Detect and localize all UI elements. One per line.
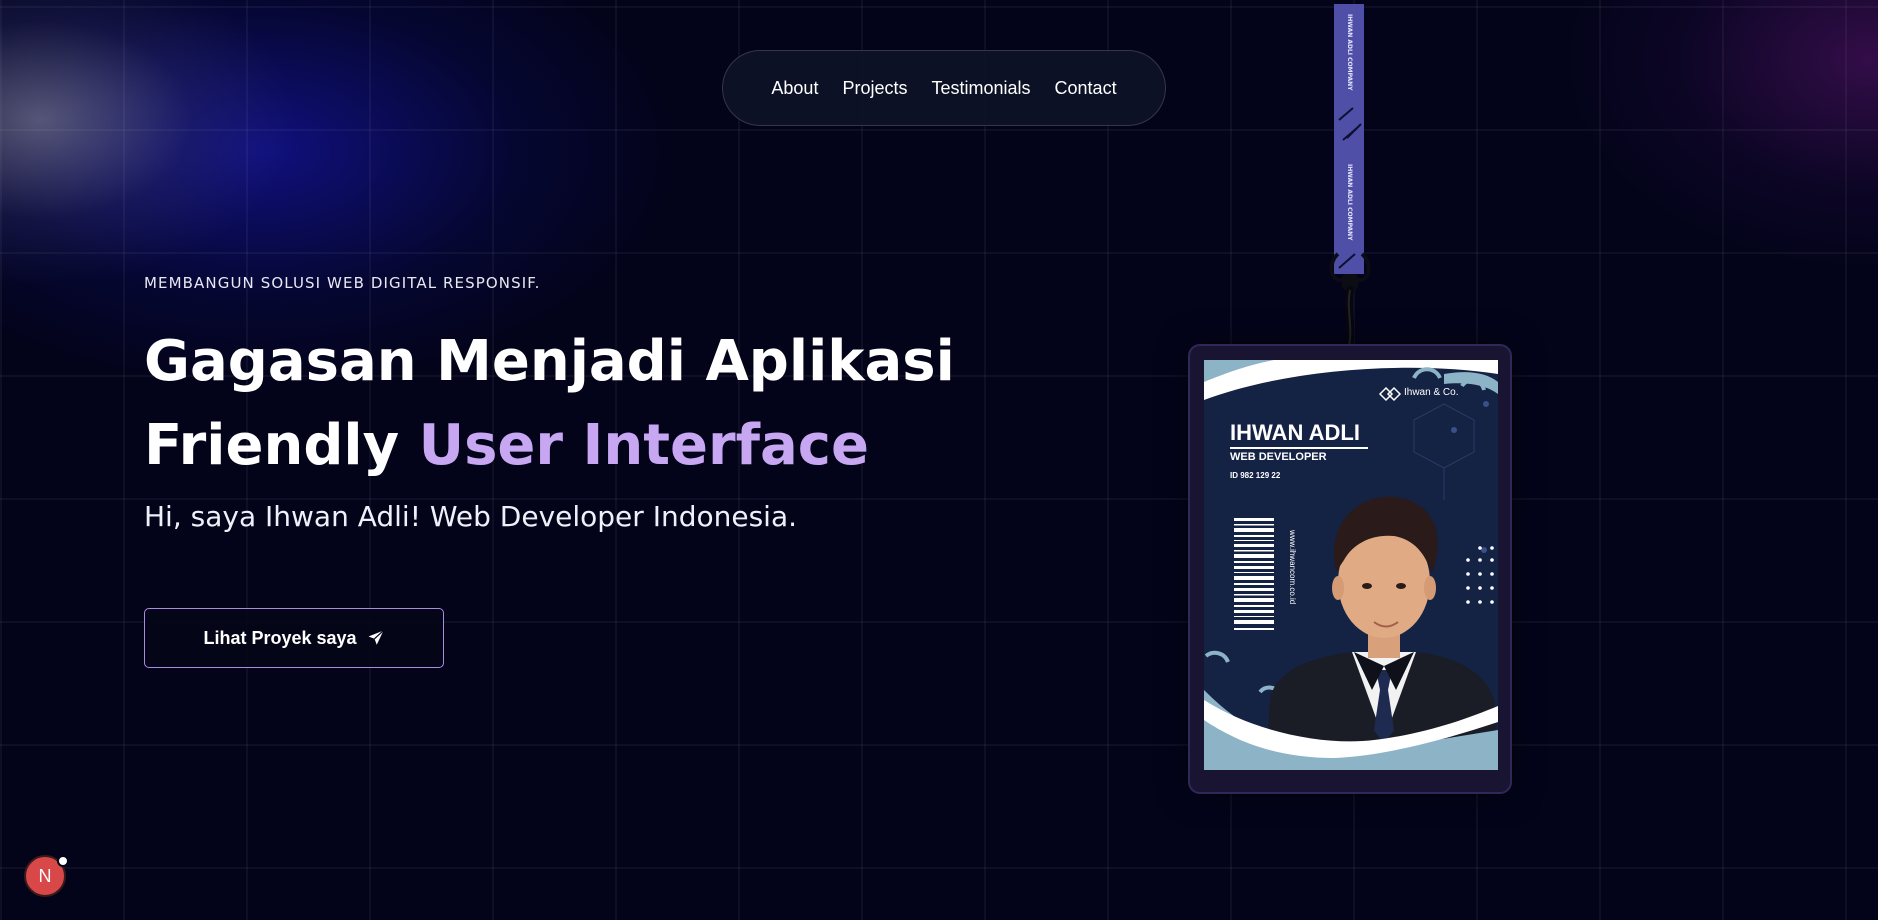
lanyard-strap[interactable]: IHWAN ADLI COMPANY IHWAN ADLI COMPANY bbox=[1334, 4, 1364, 274]
nav-testimonials[interactable]: Testimonials bbox=[931, 78, 1030, 99]
strap-text-bottom: IHWAN ADLI COMPANY bbox=[1346, 164, 1353, 241]
nav-about[interactable]: About bbox=[771, 78, 818, 99]
hero-headline: Gagasan Menjadi Aplikasi Friendly User I… bbox=[144, 320, 955, 488]
view-projects-label: Lihat Proyek saya bbox=[203, 627, 357, 648]
paper-plane-icon bbox=[367, 629, 385, 647]
nextjs-logo-icon: N bbox=[38, 865, 52, 886]
nav-projects[interactable]: Projects bbox=[842, 78, 907, 99]
hero-subtitle: Hi, saya Ihwan Adli! Web Developer Indon… bbox=[144, 500, 797, 533]
card-website: www.ihwancom.co.id bbox=[1288, 530, 1297, 605]
card-name-underline bbox=[1230, 447, 1368, 449]
strap-text-top: IHWAN ADLI COMPANY bbox=[1346, 14, 1353, 91]
card-name: IHWAN ADLI bbox=[1230, 420, 1360, 445]
headline-line-1: Gagasan Menjadi Aplikasi bbox=[144, 329, 955, 394]
headline-line-2-accent: User Interface bbox=[418, 413, 869, 478]
strap-stripes-top bbox=[1338, 107, 1362, 141]
page: About Projects Testimonials Contact MEMB… bbox=[0, 0, 1878, 920]
card-role: WEB DEVELOPER bbox=[1230, 451, 1327, 463]
hero-eyebrow: MEMBANGUN SOLUSI WEB DIGITAL RESPONSIF. bbox=[144, 274, 541, 292]
headline-line-2-plain: Friendly bbox=[144, 413, 400, 478]
view-projects-button[interactable]: Lihat Proyek saya bbox=[144, 608, 444, 668]
top-nav: About Projects Testimonials Contact bbox=[722, 50, 1166, 126]
card-company: Ihwan & Co. bbox=[1404, 387, 1459, 398]
badge-status-dot bbox=[57, 855, 69, 867]
card-id-number: ID 982 129 22 bbox=[1230, 471, 1281, 480]
nav-contact[interactable]: Contact bbox=[1055, 78, 1117, 99]
id-card: Ihwan & Co. IHWAN ADLI WEB DEVELOPER ID … bbox=[1204, 360, 1498, 770]
